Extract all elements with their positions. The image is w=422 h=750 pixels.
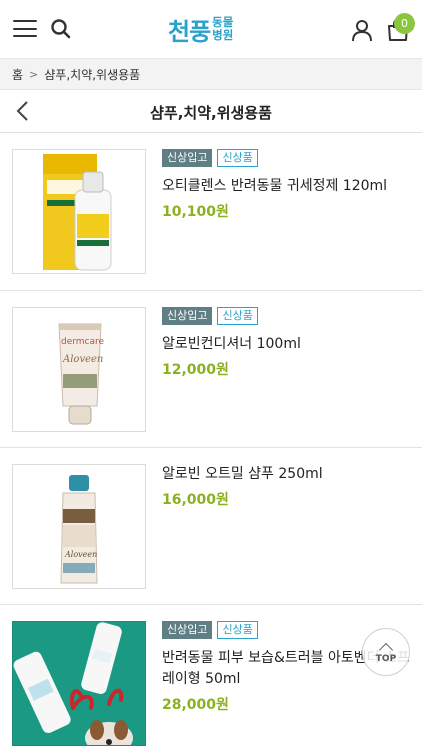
- product-name[interactable]: 오티클렌스 반려동물 귀세정제 120ml: [162, 176, 412, 197]
- new-arrival-badge: 신상입고: [162, 621, 213, 639]
- chevron-right-icon: >: [29, 67, 39, 81]
- svg-text:Aloveen: Aloveen: [62, 354, 103, 365]
- svg-text:Aloveen: Aloveen: [64, 550, 97, 559]
- user-icon[interactable]: [350, 18, 374, 42]
- product-badges: 신상입고 신상품: [162, 307, 412, 326]
- product-item[interactable]: 신상입고 신상품 오티클렌스 반려동물 귀세정제 120ml 10,100원: [0, 133, 422, 291]
- product-price: 12,000원: [162, 362, 229, 378]
- product-image[interactable]: dermcare Aloveen: [12, 307, 146, 432]
- page-title: 샴푸,치약,위생용품: [150, 104, 272, 122]
- product-name[interactable]: 알로빈컨디셔너 100ml: [162, 334, 412, 355]
- cart-count-badge: 0: [394, 13, 415, 34]
- menu-icon[interactable]: [13, 20, 37, 38]
- product-item[interactable]: dermcare Aloveen 신상입고 신상품 알로빈컨디셔너 100ml …: [0, 291, 422, 448]
- product-item[interactable]: Aloveen 알로빈 오트밀 샴푸 250ml 16,000원: [0, 448, 422, 605]
- search-icon[interactable]: [50, 18, 72, 40]
- header: 천풍 동물 병원 0: [0, 0, 422, 58]
- spray-product-image: [13, 622, 145, 745]
- breadcrumb: 홈 > 샴푸,치약,위생용품: [0, 58, 422, 90]
- logo-main-text: 천풍: [168, 17, 211, 46]
- breadcrumb-home[interactable]: 홈: [12, 66, 23, 83]
- new-product-badge: 신상품: [217, 621, 258, 639]
- product-image[interactable]: [12, 149, 146, 274]
- product-badges: 신상입고 신상품: [162, 149, 412, 168]
- product-image[interactable]: [12, 621, 146, 746]
- product-info: 알로빈 오트밀 샴푸 250ml 16,000원: [162, 464, 412, 509]
- product-info: 신상입고 신상품 알로빈컨디셔너 100ml 12,000원: [162, 307, 412, 379]
- product-price: 16,000원: [162, 492, 229, 508]
- logo[interactable]: 천풍 동물 병원: [168, 12, 233, 46]
- ear-cleaner-product-image: [43, 154, 112, 271]
- logo-sub-bottom: 병원: [212, 28, 234, 42]
- product-item[interactable]: 신상입고 신상품 반려동물 피부 보습&트러블 아토벤더 스프레이형 50ml …: [0, 605, 422, 750]
- conditioner-product-image: dermcare Aloveen: [58, 323, 105, 425]
- shampoo-product-image: Aloveen: [60, 475, 98, 584]
- scroll-to-top-button[interactable]: TOP: [362, 628, 410, 676]
- svg-text:dermcare: dermcare: [61, 337, 105, 347]
- breadcrumb-current[interactable]: 샴푸,치약,위생용품: [44, 66, 140, 83]
- new-arrival-badge: 신상입고: [162, 307, 213, 325]
- title-bar: 샴푸,치약,위생용품: [0, 90, 422, 133]
- product-image[interactable]: Aloveen: [12, 464, 146, 589]
- new-arrival-badge: 신상입고: [162, 149, 213, 167]
- new-product-badge: 신상품: [217, 149, 258, 167]
- logo-sub-text: 동물 병원: [212, 16, 233, 42]
- product-price: 10,100원: [162, 204, 229, 220]
- product-price: 28,000원: [162, 697, 229, 713]
- product-info: 신상입고 신상품 오티클렌스 반려동물 귀세정제 120ml 10,100원: [162, 149, 412, 221]
- product-name[interactable]: 알로빈 오트밀 샴푸 250ml: [162, 464, 412, 485]
- new-product-badge: 신상품: [217, 307, 258, 325]
